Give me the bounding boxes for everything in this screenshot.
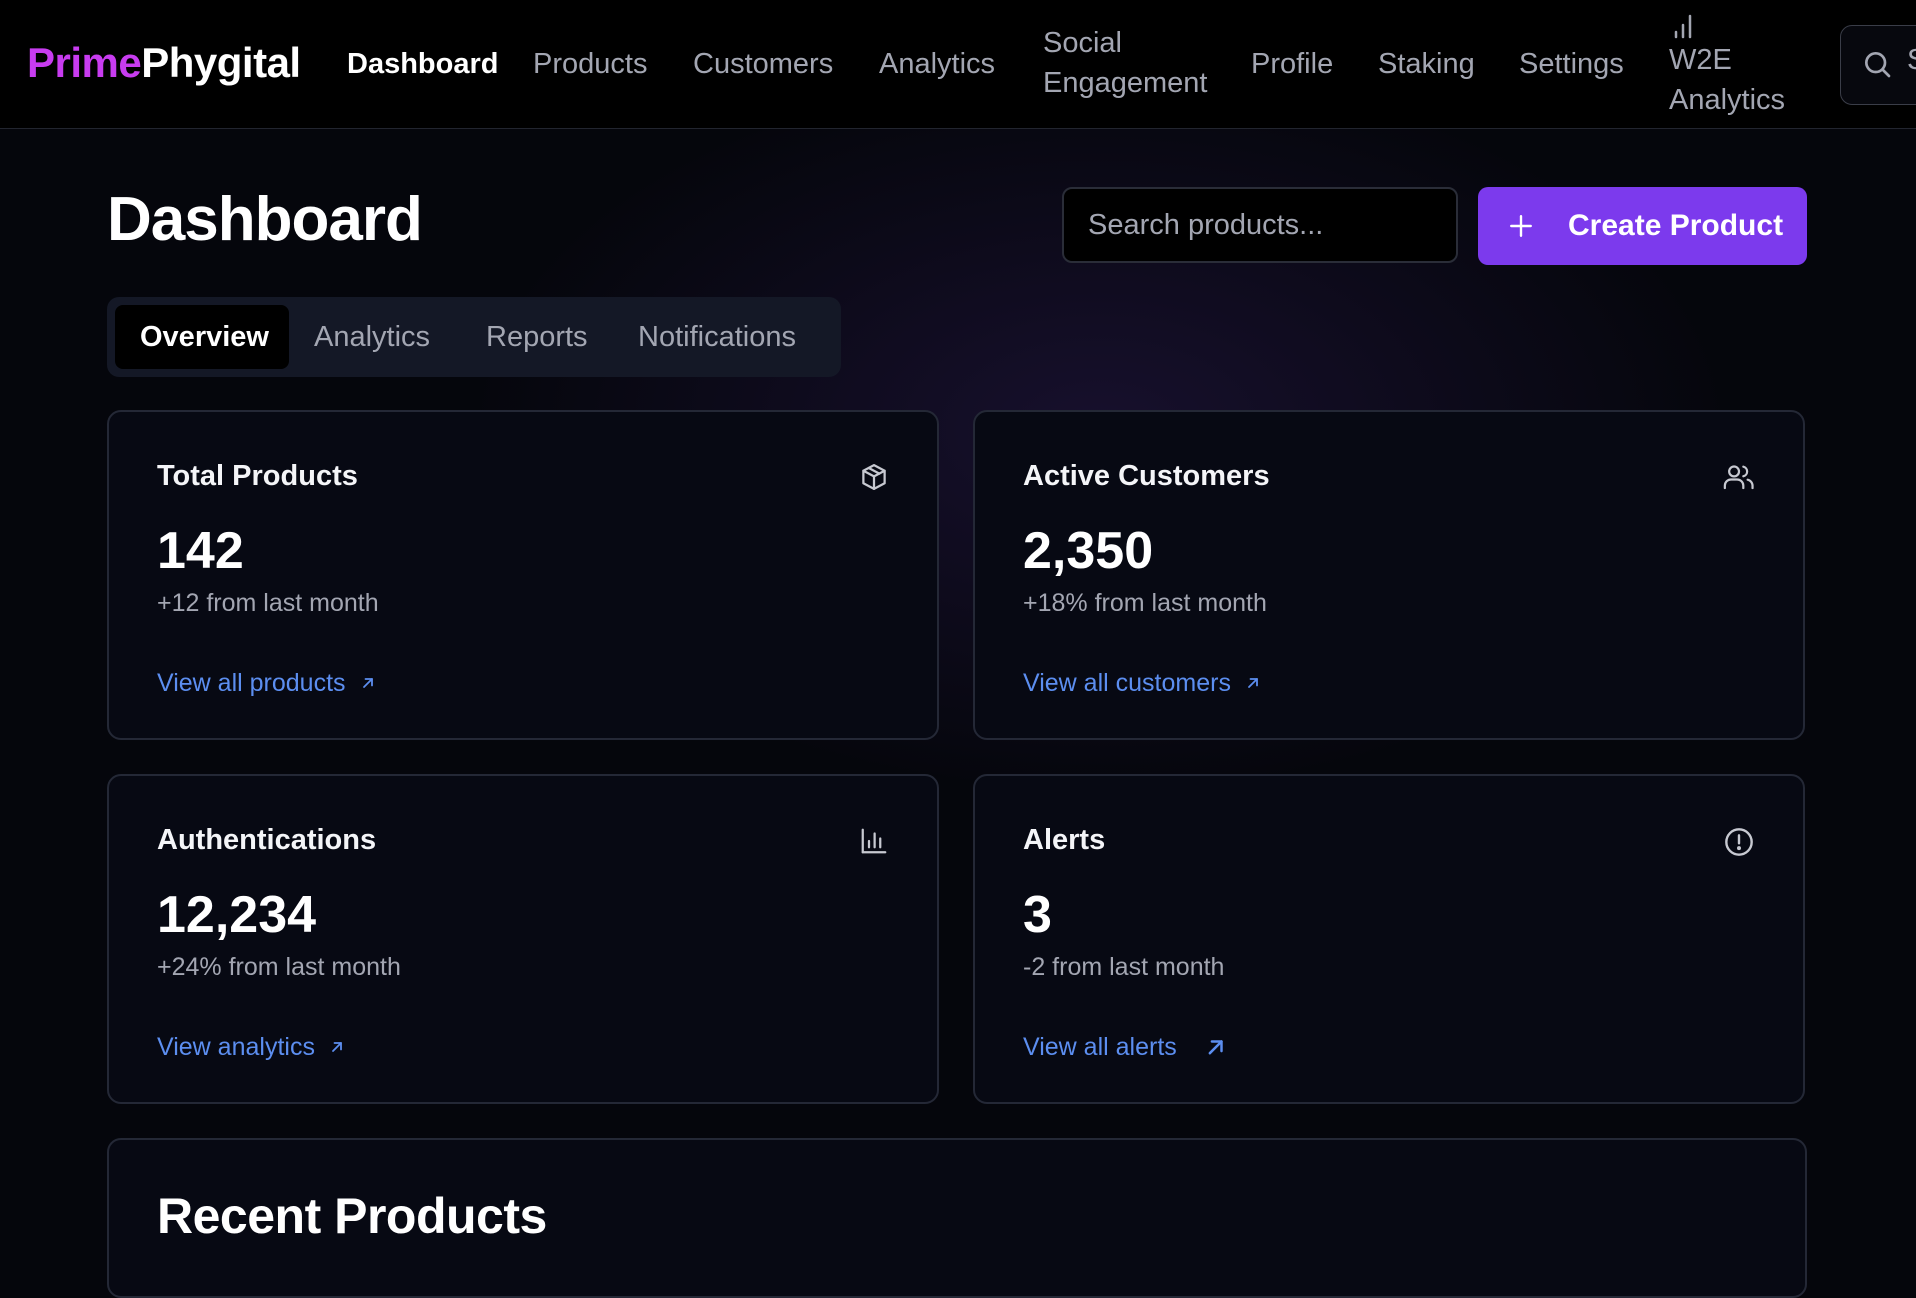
- nav-dashboard[interactable]: Dashboard: [347, 44, 498, 84]
- card-value: 2,350: [1023, 522, 1154, 580]
- card-change: -2 from last month: [1023, 953, 1225, 981]
- signal-bars-icon: [1673, 10, 1695, 50]
- card-value: 3: [1023, 886, 1052, 944]
- arrow-up-right-icon: [1205, 1036, 1227, 1058]
- card-value: 142: [157, 522, 244, 580]
- dashboard-tabs: Overview Analytics Reports Notifications: [107, 297, 841, 377]
- card-change: +24% from last month: [157, 953, 401, 981]
- nav-social-line2: Engagement: [1043, 67, 1208, 99]
- view-analytics-link[interactable]: View analytics: [157, 1030, 345, 1064]
- view-all-customers-link[interactable]: View all customers: [1023, 666, 1261, 700]
- tab-overview[interactable]: Overview: [115, 305, 289, 369]
- plus-icon: [1508, 213, 1534, 239]
- card-link-label: View all products: [157, 669, 346, 697]
- recent-products-section: Recent Products: [107, 1138, 1807, 1298]
- stat-card-active-customers: Active Customers 2,350 +18% from last mo…: [973, 410, 1805, 740]
- stat-card-alerts: Alerts 3 -2 from last month View all ale…: [973, 774, 1805, 1104]
- card-link-label: View analytics: [157, 1033, 315, 1061]
- arrow-up-right-icon: [1245, 675, 1261, 691]
- card-link-label: View all alerts: [1023, 1033, 1177, 1061]
- card-title: Total Products: [157, 460, 358, 492]
- nav-social-line1: Social: [1043, 27, 1122, 59]
- product-search-input[interactable]: [1064, 189, 1456, 261]
- card-title: Active Customers: [1023, 460, 1270, 492]
- nav-search-button[interactable]: S: [1840, 25, 1916, 105]
- tab-analytics[interactable]: Analytics: [314, 305, 430, 369]
- nav-customers[interactable]: Customers: [693, 44, 833, 84]
- create-product-button[interactable]: Create Product: [1478, 187, 1807, 265]
- tab-reports[interactable]: Reports: [486, 305, 588, 369]
- card-title: Authentications: [157, 824, 377, 856]
- brand-logo[interactable]: PrimePhygital: [27, 38, 301, 88]
- stat-card-total-products: Total Products 142 +12 from last month V…: [107, 410, 939, 740]
- nav-products[interactable]: Products: [533, 44, 647, 84]
- card-change: +18% from last month: [1023, 589, 1267, 617]
- page-title: Dashboard: [107, 185, 423, 254]
- nav-analytics[interactable]: Analytics: [879, 44, 995, 84]
- search-icon: [1861, 48, 1893, 85]
- card-value: 12,234: [157, 886, 317, 944]
- brand-logo-prime: Prime: [27, 39, 142, 86]
- nav-w2e-analytics[interactable]: W2E Analytics: [1669, 14, 1786, 120]
- alert-circle-icon: [1723, 826, 1755, 863]
- package-icon: [859, 462, 889, 497]
- nav-w2e-line2: Analytics: [1669, 84, 1786, 116]
- card-link-label: View all customers: [1023, 669, 1231, 697]
- nav-profile[interactable]: Profile: [1251, 44, 1333, 84]
- users-icon: [1723, 462, 1755, 497]
- nav-search-label: S: [1907, 44, 1916, 77]
- nav-social-engagement[interactable]: Social Engagement: [1043, 23, 1207, 103]
- create-product-label: Create Product: [1568, 209, 1784, 242]
- product-search-field[interactable]: [1062, 187, 1458, 263]
- bar-chart-icon: [859, 826, 889, 861]
- recent-products-title: Recent Products: [157, 1188, 547, 1244]
- view-all-alerts-link[interactable]: View all alerts: [1023, 1030, 1227, 1064]
- view-all-products-link[interactable]: View all products: [157, 666, 376, 700]
- brand-logo-phygital: Phygital: [141, 39, 301, 86]
- nav-settings[interactable]: Settings: [1519, 44, 1624, 84]
- arrow-up-right-icon: [360, 675, 376, 691]
- card-title: Alerts: [1023, 824, 1106, 856]
- arrow-up-right-icon: [329, 1039, 345, 1055]
- card-change: +12 from last month: [157, 589, 379, 617]
- nav-staking[interactable]: Staking: [1378, 44, 1475, 84]
- tab-notifications[interactable]: Notifications: [638, 305, 796, 369]
- top-navbar: PrimePhygital Dashboard Products Custome…: [0, 0, 1916, 129]
- stat-card-authentications: Authentications 12,234 +24% from last mo…: [107, 774, 939, 1104]
